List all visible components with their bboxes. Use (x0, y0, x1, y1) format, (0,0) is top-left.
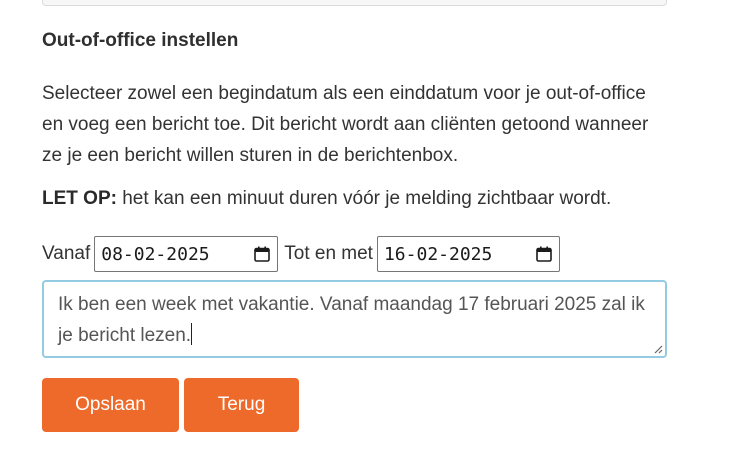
calendar-icon[interactable] (535, 245, 553, 263)
message-textarea[interactable]: Ik ben een week met vakantie. Vanaf maan… (42, 280, 667, 358)
save-button[interactable]: Opslaan (42, 378, 179, 432)
calendar-icon[interactable] (253, 245, 271, 263)
previous-panel-edge (42, 0, 667, 6)
to-date-label: Tot en met (284, 243, 373, 264)
text-cursor (191, 323, 193, 345)
instructions-text: Selecteer zowel een begindatum als een e… (42, 83, 649, 166)
resize-grip-icon[interactable] (653, 344, 663, 354)
to-date-value: 16-02-2025 (383, 243, 493, 265)
notice-text: LET OP: het kan een minuut duren vóór je… (42, 185, 611, 213)
message-text: Ik ben een week met vakantie. Vanaf maan… (58, 294, 645, 346)
from-date-value: 08-02-2025 (101, 243, 210, 265)
from-date-input[interactable]: 08-02-2025 (94, 236, 279, 272)
notice-message: het kan een minuut duren vóór je melding… (116, 188, 612, 209)
notice-label: LET OP: (42, 188, 117, 209)
out-of-office-form: Out-of-office instellen Selecteer zowel … (0, 0, 751, 458)
back-button[interactable]: Terug (184, 378, 299, 432)
section-title: Out-of-office instellen (42, 30, 239, 51)
date-range-row: Vanaf 08-02-2025 Tot en met 16-02-2025 (42, 236, 560, 272)
from-date-label: Vanaf (42, 243, 91, 264)
to-date-input[interactable]: 16-02-2025 (376, 236, 560, 272)
